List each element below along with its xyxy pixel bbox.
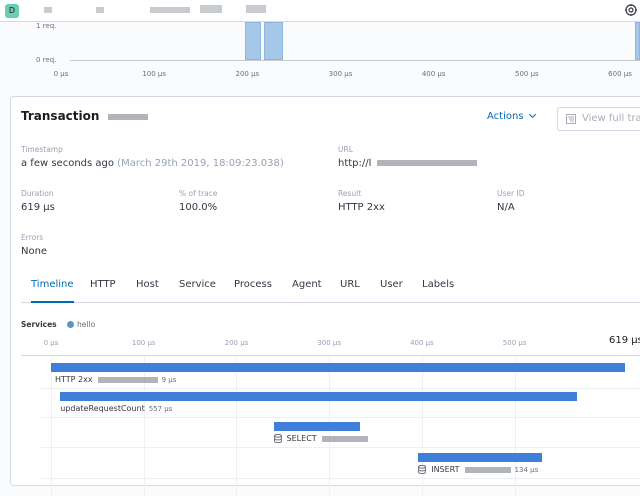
span-row-separator [41, 447, 640, 448]
redacted-url [377, 160, 478, 166]
trace-icon [566, 114, 576, 124]
redacted-span-detail [321, 435, 368, 442]
timeline-axis-tick: 300 µs [317, 339, 342, 347]
span-name: INSERT [431, 465, 460, 474]
timeline-gridline [421, 356, 423, 496]
timeline-total-duration: 619 µs [609, 335, 640, 346]
span-bar[interactable] [418, 453, 543, 462]
histogram-x-tick: 500 µs [514, 70, 539, 78]
user-id-field: User ID N/A [497, 189, 525, 213]
histogram-bar[interactable] [264, 22, 283, 60]
histogram-x-tick: 200 µs [235, 70, 260, 78]
top-bar: D [0, 0, 640, 22]
histogram-bar[interactable] [634, 22, 640, 60]
tab-timeline[interactable]: Timeline [31, 279, 74, 303]
redacted-transaction-name [107, 113, 148, 120]
services-legend: Services hello [21, 320, 95, 329]
tab-labels[interactable]: Labels [422, 279, 454, 303]
timestamp-exact: (March 29th 2019, 18:09:23.038) [117, 158, 284, 169]
histogram-x-tick: 100 µs [142, 70, 166, 78]
timeline-axis-line [21, 355, 640, 356]
redacted-breadcrumb [96, 7, 104, 13]
redacted-span-detail [97, 376, 158, 383]
timeline-axis-tick: 500 µs [502, 339, 527, 347]
span-bar[interactable] [60, 392, 577, 401]
timeline-axis-tick: 200 µs [224, 339, 249, 347]
span-row-separator [41, 478, 640, 479]
timeline-axis-tick: 0 µs [43, 339, 59, 347]
histogram-x-tick: 400 µs [421, 70, 446, 78]
duration-distribution-chart: 1 req. 0 req. 0 µs 100 µs 200 µs 300 µs 400 … [0, 22, 640, 92]
timestamp-field: Timestamp a few seconds ago (March 29th … [21, 145, 284, 169]
service-name[interactable]: hello [77, 320, 95, 329]
span-label[interactable]: INSERT 134 µs [418, 465, 538, 474]
timeline-axis-tick: 400 µs [410, 339, 434, 347]
percent-of-trace-field: % of trace 100.0% [179, 189, 218, 213]
transaction-title: Transaction [21, 109, 148, 123]
timeline-gridline [236, 356, 238, 496]
span-name: SELECT [286, 434, 317, 443]
span-bar[interactable] [51, 363, 625, 372]
span-bar[interactable] [273, 422, 360, 431]
timestamp-relative: a few seconds ago [21, 158, 114, 169]
histogram-bar[interactable] [244, 22, 262, 60]
tab-process[interactable]: Process [234, 279, 272, 303]
app-badge[interactable]: D [5, 4, 19, 18]
redacted-breadcrumb [246, 5, 266, 13]
database-icon [418, 465, 427, 474]
url-value[interactable]: http://l [338, 158, 371, 169]
redacted-span-detail [464, 466, 511, 473]
span-label[interactable]: updateRequestCount 557 µs [60, 404, 172, 413]
duration-value: 619 µs [21, 202, 55, 213]
y-label-top: 1 req. [36, 22, 57, 30]
tab-service[interactable]: Service [179, 279, 216, 303]
percent-value: 100.0% [179, 202, 218, 213]
histogram-x-tick: 600 µs [608, 70, 632, 78]
y-label-bottom: 0 req. [36, 56, 57, 64]
span-name: HTTP 2xx [55, 375, 93, 384]
url-field: URL http://l [338, 145, 478, 169]
redacted-breadcrumb [44, 7, 52, 13]
result-field: Result HTTP 2xx [338, 189, 385, 213]
span-duration: 557 µs [148, 405, 173, 413]
tab-http[interactable]: HTTP [90, 279, 116, 303]
database-icon [273, 434, 282, 443]
redacted-breadcrumb [200, 5, 222, 13]
histogram-x-tick: 300 µs [328, 70, 353, 78]
tab-url[interactable]: URL [340, 279, 360, 303]
errors-field: Errors None [21, 233, 48, 257]
span-label[interactable]: HTTP 2xx 9 µs [55, 375, 176, 384]
result-value: HTTP 2xx [338, 202, 385, 213]
tab-user[interactable]: User [380, 279, 403, 303]
user-id-value: N/A [497, 202, 515, 213]
tab-bar: Timeline HTTP Host Service Process Agent URL Us… [21, 279, 640, 303]
span-name: updateRequestCount [60, 404, 145, 413]
span-row-separator [41, 388, 640, 389]
services-label: Services [21, 320, 57, 329]
span-row-separator [41, 417, 640, 418]
span-label[interactable]: SELECT [273, 434, 368, 443]
help-icon[interactable] [624, 3, 638, 17]
redacted-breadcrumb [150, 7, 190, 13]
tab-host[interactable]: Host [136, 279, 159, 303]
histogram-baseline [70, 60, 640, 61]
transaction-panel: Transaction Actions View full trace Time… [10, 96, 640, 496]
histogram-x-tick: 0 µs [53, 70, 69, 78]
span-duration: 134 µs [514, 466, 539, 474]
span-duration: 9 µs [161, 376, 177, 384]
timeline-axis-tick: 100 µs [131, 339, 156, 347]
service-color-dot [67, 321, 75, 328]
tab-agent[interactable]: Agent [292, 279, 322, 303]
chevron-down-icon [528, 110, 536, 119]
errors-value: None [21, 246, 48, 257]
timeline-gridline [514, 356, 516, 496]
actions-button[interactable]: Actions [487, 110, 536, 122]
view-full-trace-button[interactable]: View full trace [557, 107, 640, 131]
timeline-gridline [51, 356, 52, 496]
duration-field: Duration 619 µs [21, 189, 55, 213]
